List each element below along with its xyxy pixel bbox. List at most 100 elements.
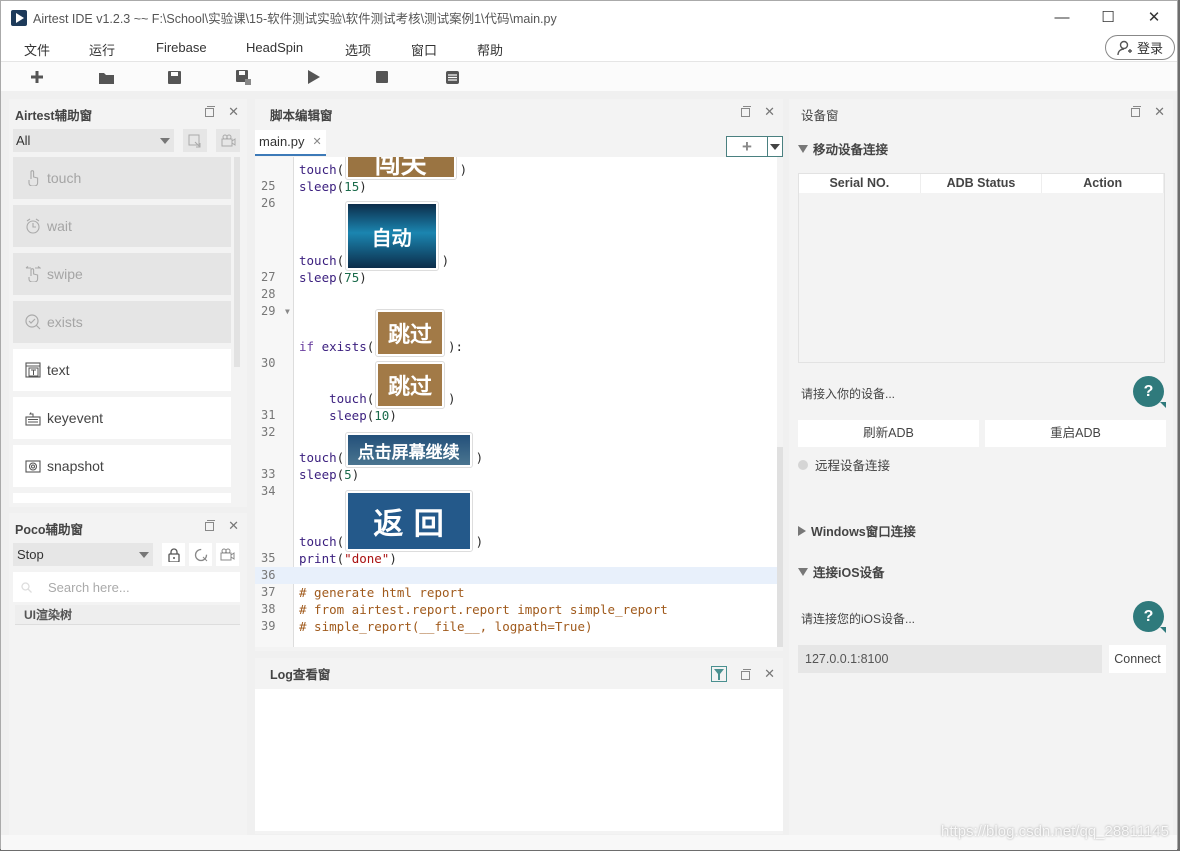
windows-connect-section[interactable]: Windows窗口连接 bbox=[798, 521, 916, 540]
refresh-adb-button[interactable]: 刷新ADB bbox=[798, 420, 979, 447]
image-record-button[interactable] bbox=[183, 129, 207, 152]
code-line[interactable]: 36 bbox=[255, 567, 777, 584]
menu-firebase[interactable]: Firebase bbox=[156, 40, 207, 55]
ios-help-button[interactable]: ? bbox=[1133, 601, 1166, 633]
float-panel-icon[interactable] bbox=[205, 519, 216, 531]
poco-search-input[interactable]: Search here... bbox=[13, 572, 240, 602]
new-file-button[interactable] bbox=[26, 66, 48, 88]
command-swipe[interactable]: swipe bbox=[13, 253, 231, 295]
code-line[interactable]: 28 bbox=[255, 286, 777, 303]
code-line[interactable]: 27 sleep(75) bbox=[255, 269, 777, 286]
lock-button[interactable] bbox=[162, 543, 185, 566]
menu-window[interactable]: 窗口 bbox=[411, 40, 437, 59]
float-panel-icon[interactable] bbox=[1131, 105, 1142, 117]
open-file-button[interactable] bbox=[95, 66, 117, 88]
code-line[interactable]: touch( bbox=[255, 252, 777, 269]
code-line[interactable]: if exists( bbox=[255, 338, 777, 355]
command-wait[interactable]: wait bbox=[13, 205, 231, 247]
float-panel-icon[interactable] bbox=[741, 105, 752, 117]
ios-address-input[interactable] bbox=[798, 645, 1102, 673]
close-panel-icon[interactable]: ✕ bbox=[1154, 105, 1165, 118]
close-button[interactable]: ✕ bbox=[1131, 1, 1177, 34]
close-panel-icon[interactable]: ✕ bbox=[764, 667, 775, 680]
code-line[interactable]: 39 # simple_report(__file__, logpath=True… bbox=[255, 618, 777, 635]
code-line[interactable]: 31 sleep(10) bbox=[255, 407, 777, 424]
image-template-thumbnail[interactable]: 点击屏幕继续 bbox=[344, 432, 473, 468]
code-editor[interactable]: touch(闯关) 25 sleep(15) 26 touch(自动) 27 sleep(7… bbox=[255, 157, 777, 647]
close-tab-icon[interactable]: ✕ bbox=[313, 129, 322, 155]
code-line[interactable]: touch( bbox=[255, 390, 777, 407]
menu-options[interactable]: 选项 bbox=[345, 40, 371, 59]
command-text[interactable]: text bbox=[13, 349, 231, 391]
restart-adb-button[interactable]: 重启ADB bbox=[985, 420, 1166, 447]
new-tab-button[interactable]: + bbox=[726, 136, 783, 157]
refresh-tree-button[interactable] bbox=[189, 543, 212, 566]
command-snapshot[interactable]: snapshot bbox=[13, 445, 231, 487]
image-template-thumbnail[interactable]: 跳过 bbox=[375, 361, 445, 409]
run-button[interactable] bbox=[303, 66, 325, 88]
code-line[interactable]: 25 sleep(15) bbox=[255, 178, 777, 195]
close-panel-icon[interactable]: ✕ bbox=[764, 105, 775, 118]
command-list-scrollbar[interactable] bbox=[234, 157, 240, 367]
code-line[interactable]: 29 ▼ bbox=[255, 303, 777, 320]
float-panel-icon[interactable] bbox=[741, 669, 752, 680]
column-serial[interactable]: Serial NO. bbox=[799, 174, 921, 193]
record-script-button[interactable] bbox=[216, 129, 240, 152]
radio-icon[interactable] bbox=[798, 459, 808, 470]
editor-scrollbar[interactable] bbox=[777, 447, 783, 647]
image-template-thumbnail[interactable]: 跳过 bbox=[375, 309, 445, 357]
tab-main-py[interactable]: main.py ✕ bbox=[255, 130, 326, 156]
close-panel-icon[interactable]: ✕ bbox=[228, 105, 239, 118]
mobile-connect-section[interactable]: 移动设备连接 bbox=[798, 139, 888, 158]
poco-helper-panel: Poco辅助窗 ✕ Stop Search here... UI渲染树 bbox=[9, 513, 247, 835]
save-button[interactable] bbox=[163, 66, 185, 88]
command-filter-select[interactable]: All bbox=[13, 129, 174, 152]
menu-run[interactable]: 运行 bbox=[89, 40, 115, 59]
code-line[interactable]: 33 sleep(5) bbox=[255, 466, 777, 483]
code-line[interactable]: 30 bbox=[255, 355, 777, 372]
code-line[interactable]: 26 bbox=[255, 195, 777, 212]
float-panel-icon[interactable] bbox=[205, 105, 216, 117]
poco-mode-select[interactable]: Stop bbox=[13, 543, 153, 566]
stop-button[interactable] bbox=[371, 66, 393, 88]
image-template-thumbnail[interactable]: 自动 bbox=[344, 201, 439, 271]
log-filter-button[interactable] bbox=[711, 666, 728, 682]
code-line[interactable]: touch( bbox=[255, 161, 777, 178]
code-line[interactable]: 35 print("done") bbox=[255, 550, 777, 567]
column-action[interactable]: Action bbox=[1042, 174, 1165, 193]
watermark-text: https://blog.csdn.net/qq_28811145 bbox=[941, 823, 1169, 840]
code-line[interactable]: 34 bbox=[255, 483, 777, 500]
menu-headspin[interactable]: HeadSpin bbox=[246, 40, 303, 55]
command-touch[interactable]: touch bbox=[13, 157, 231, 199]
device-help-button[interactable]: ? bbox=[1133, 376, 1166, 408]
maximize-button[interactable]: ☐ bbox=[1085, 1, 1131, 34]
code-line[interactable]: touch( bbox=[255, 533, 777, 550]
command-exists[interactable]: exists bbox=[13, 301, 231, 343]
code-line[interactable]: touch( bbox=[255, 449, 777, 466]
connect-button[interactable]: Connect bbox=[1109, 645, 1166, 673]
code-line[interactable]: 38 # from airtest.report.report import si… bbox=[255, 601, 777, 618]
close-panel-icon[interactable]: ✕ bbox=[228, 519, 239, 532]
login-button[interactable]: 登录 bbox=[1105, 35, 1175, 60]
command-keyevent[interactable]: keyevent bbox=[13, 397, 231, 439]
ios-connect-section[interactable]: 连接iOS设备 bbox=[798, 562, 885, 581]
chevron-down-icon[interactable] bbox=[768, 137, 782, 156]
code-line[interactable]: 37 # generate html report bbox=[255, 584, 777, 601]
menu-file[interactable]: 文件 bbox=[24, 40, 50, 59]
help-icon: ? bbox=[1143, 607, 1154, 625]
column-adb-status[interactable]: ADB Status bbox=[921, 174, 1043, 193]
code-line[interactable]: 32 bbox=[255, 424, 777, 441]
save-as-icon bbox=[235, 69, 251, 85]
filter-icon bbox=[714, 668, 725, 680]
menu-help[interactable]: 帮助 bbox=[477, 40, 503, 59]
minimize-button[interactable]: — bbox=[1039, 1, 1085, 34]
view-log-button[interactable] bbox=[441, 66, 463, 88]
poco-record-button[interactable] bbox=[216, 543, 239, 566]
plus-icon[interactable]: + bbox=[727, 137, 768, 156]
command-partial[interactable] bbox=[13, 493, 231, 503]
image-template-thumbnail[interactable]: 闯关 bbox=[344, 157, 457, 180]
save-as-button[interactable] bbox=[232, 66, 254, 88]
fold-icon[interactable]: ▼ bbox=[285, 303, 290, 320]
image-template-thumbnail[interactable]: 返 回 bbox=[344, 490, 473, 552]
remote-connect-toggle[interactable]: 远程设备连接 bbox=[798, 455, 890, 474]
